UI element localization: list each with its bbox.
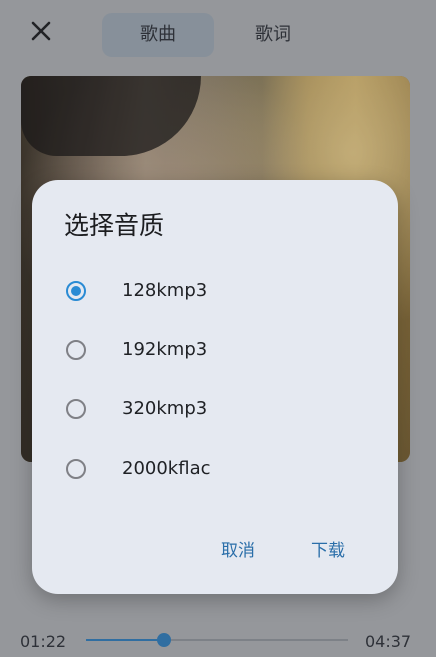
cancel-button[interactable]: 取消 xyxy=(221,536,255,561)
quality-option-320kmp3[interactable]: 320kmp3 xyxy=(32,384,398,436)
dialog-title: 选择音质 xyxy=(64,211,165,240)
radio-button[interactable] xyxy=(66,281,86,301)
quality-dialog: 选择音质 128kmp3 192kmp3 320kmp3 2000kflac 取… xyxy=(32,180,398,594)
radio-button[interactable] xyxy=(66,340,86,360)
quality-option-192kmp3[interactable]: 192kmp3 xyxy=(32,325,398,377)
radio-button[interactable] xyxy=(66,459,86,479)
quality-option-128kmp3[interactable]: 128kmp3 xyxy=(32,266,398,318)
option-label: 192kmp3 xyxy=(122,339,208,360)
option-label: 2000kflac xyxy=(122,458,211,479)
quality-option-2000kflac[interactable]: 2000kflac xyxy=(32,444,398,496)
option-label: 320kmp3 xyxy=(122,398,208,419)
download-button[interactable]: 下载 xyxy=(311,536,345,561)
radio-button[interactable] xyxy=(66,399,86,419)
option-label: 128kmp3 xyxy=(122,280,208,301)
